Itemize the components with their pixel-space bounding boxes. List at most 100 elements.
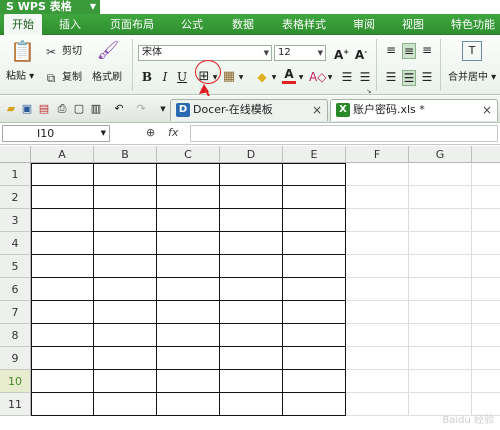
chevron-down-icon[interactable]: ▼ [326,71,334,85]
cell-e4[interactable] [283,232,346,255]
cell-c8[interactable] [157,324,220,347]
cell-a6[interactable] [31,278,94,301]
cell-e7[interactable] [283,301,346,324]
name-box[interactable]: I10 ▼ [2,125,110,142]
column-header-a[interactable]: A [31,146,94,163]
cell-f8[interactable] [346,324,409,347]
underline-button[interactable]: U [175,70,189,84]
cell-f4[interactable] [346,232,409,255]
cell-style-icon[interactable]: ▦ [222,70,236,84]
cell-g1[interactable] [409,163,472,186]
cell-a3[interactable] [31,209,94,232]
customize-toolbar-icon[interactable]: ▼ [156,102,170,116]
paste-button[interactable]: 粘贴 ▾ [6,70,34,84]
row-header-3[interactable]: 3 [0,209,31,232]
cell-b8[interactable] [94,324,157,347]
column-header-e[interactable]: E [283,146,346,163]
cell-g2[interactable] [409,186,472,209]
row-header-7[interactable]: 7 [0,301,31,324]
cell-c10[interactable] [157,370,220,393]
chevron-down-icon[interactable]: ▼ [297,71,305,85]
cell-a2[interactable] [31,186,94,209]
open-folder-icon[interactable]: ▰ [4,102,18,116]
cell-f3[interactable] [346,209,409,232]
cell-a7[interactable] [31,301,94,324]
row-header-10[interactable]: 10 [0,370,31,393]
align-left-icon[interactable]: ☰ [384,70,398,84]
cell-e1[interactable] [283,163,346,186]
cell-b7[interactable] [94,301,157,324]
column-header-d[interactable]: D [220,146,283,163]
cell-c11[interactable] [157,393,220,416]
undo-icon[interactable]: ↶ [112,102,126,116]
align-bottom-icon[interactable]: ≡ [420,43,434,57]
fill-color-icon[interactable]: ◆ [255,70,269,84]
cell-e9[interactable] [283,347,346,370]
print-icon[interactable]: ⎙ [55,102,69,116]
tab-view[interactable]: 视图 [394,14,432,35]
align-right-icon[interactable]: ☰ [420,70,434,84]
cell-c9[interactable] [157,347,220,370]
clear-format-icon[interactable]: A◇ [309,70,326,84]
cell-d10[interactable] [220,370,283,393]
tab-home[interactable]: 开始 [4,14,42,35]
cell-f7[interactable] [346,301,409,324]
cell-a8[interactable] [31,324,94,347]
close-icon[interactable]: × [312,100,322,120]
cell-d9[interactable] [220,347,283,370]
cell-e10[interactable] [283,370,346,393]
print-preview-icon[interactable]: ▢ [72,102,86,116]
chevron-down-icon[interactable]: ▼ [270,71,278,85]
copy-icon[interactable]: ⧉ [44,71,58,85]
cell-c7[interactable] [157,301,220,324]
scissors-icon[interactable]: ✂ [44,45,58,59]
row-header-4[interactable]: 4 [0,232,31,255]
row-header-9[interactable]: 9 [0,347,31,370]
brush-icon[interactable]: 🖌 [96,39,120,63]
spreadsheet-grid[interactable]: A B C D E F G 1 2 3 4 5 6 7 8 9 10 11 [0,146,500,430]
cell-f5[interactable] [346,255,409,278]
cell-x10[interactable] [472,370,500,393]
tab-special[interactable]: 特色功能 [446,14,500,35]
row-header-6[interactable]: 6 [0,278,31,301]
cell-d2[interactable] [220,186,283,209]
cell-d1[interactable] [220,163,283,186]
cell-b3[interactable] [94,209,157,232]
tab-insert[interactable]: 插入 [50,14,90,35]
cell-g5[interactable] [409,255,472,278]
cell-x3[interactable] [472,209,500,232]
cell-b2[interactable] [94,186,157,209]
cell-g3[interactable] [409,209,472,232]
cell-a9[interactable] [31,347,94,370]
decrease-font-icon[interactable]: A- [354,45,368,62]
cell-x2[interactable] [472,186,500,209]
cell-x5[interactable] [472,255,500,278]
cell-f2[interactable] [346,186,409,209]
paste-icon[interactable]: 📋 [10,39,35,63]
cell-g4[interactable] [409,232,472,255]
cell-d5[interactable] [220,255,283,278]
tab-docer-templates[interactable]: D Docer-在线模板 × [170,99,328,121]
cell-b9[interactable] [94,347,157,370]
font-color-icon[interactable]: A [282,68,296,84]
bold-button[interactable]: B [140,70,154,84]
font-size-select[interactable]: 12 ▼ [274,45,326,61]
tab-review[interactable]: 审阅 [345,14,383,35]
row-header-1[interactable]: 1 [0,163,31,186]
align-middle-icon[interactable]: ≡ [402,43,416,59]
tab-data[interactable]: 数据 [224,14,262,35]
cell-d4[interactable] [220,232,283,255]
cell-e5[interactable] [283,255,346,278]
format-painter-button[interactable]: 格式刷 [92,71,122,85]
cell-c2[interactable] [157,186,220,209]
cell-e11[interactable] [283,393,346,416]
cell-x6[interactable] [472,278,500,301]
copy-button[interactable]: 复制 [62,71,82,85]
cell-b5[interactable] [94,255,157,278]
cell-g7[interactable] [409,301,472,324]
cell-g10[interactable] [409,370,472,393]
cell-f10[interactable] [346,370,409,393]
zoom-search-icon[interactable]: ⊕ [146,126,155,139]
font-name-select[interactable]: 宋体 ▼ [138,45,272,61]
cell-a11[interactable] [31,393,94,416]
